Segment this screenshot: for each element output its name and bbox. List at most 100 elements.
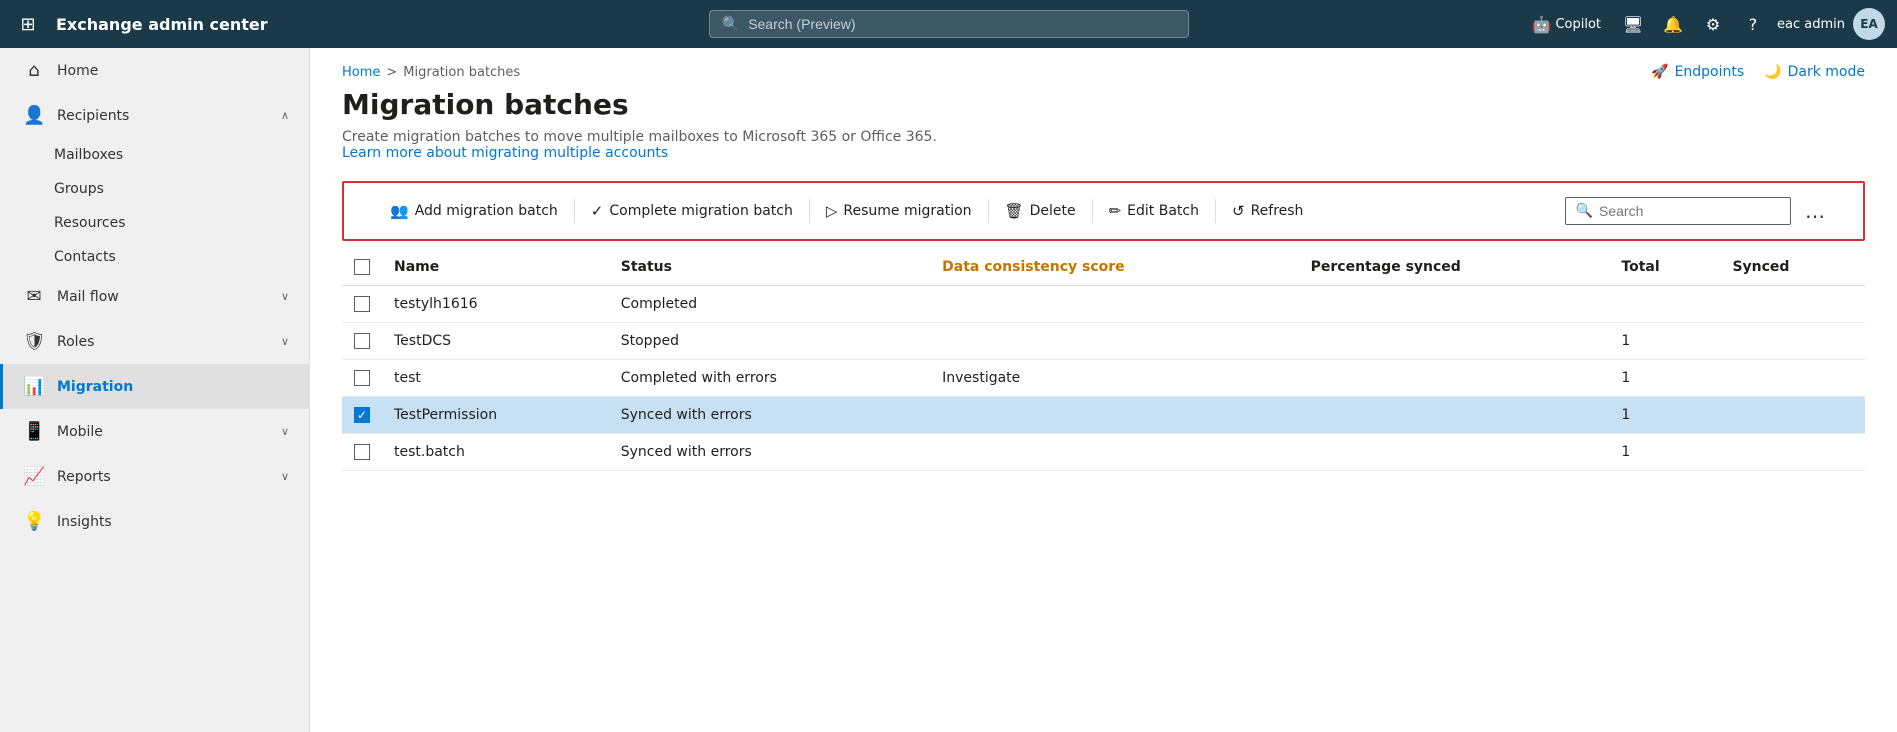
sidebar-item-recipients[interactable]: 👤 Recipients ∧: [0, 93, 309, 138]
breadcrumb-current: Migration batches: [403, 65, 520, 80]
row1-checkbox-cell[interactable]: [342, 286, 382, 323]
sidebar-label-reports: Reports: [57, 469, 269, 485]
top-navigation: ⊞ Exchange admin center 🔍 🤖 Copilot 🖥 🔔 …: [0, 0, 1897, 48]
row2-checkbox-cell[interactable]: [342, 323, 382, 360]
table-search-input[interactable]: [1599, 203, 1780, 219]
table-search-box[interactable]: 🔍: [1565, 197, 1791, 225]
complete-migration-batch-button[interactable]: ✓ Complete migration batch: [577, 196, 807, 226]
toolbar-separator-3: [988, 199, 989, 223]
table-row[interactable]: test Completed with errors Investigate 1: [342, 360, 1865, 397]
row5-checkbox-cell[interactable]: [342, 434, 382, 471]
main-layout: ⌂ Home 👤 Recipients ∧ Mailboxes Groups R…: [0, 48, 1897, 732]
table-row[interactable]: test.batch Synced with errors 1: [342, 434, 1865, 471]
col-total: Total: [1609, 249, 1720, 286]
help-button[interactable]: ?: [1737, 8, 1769, 40]
delete-button[interactable]: 🗑 Delete: [991, 196, 1090, 226]
sidebar-label-mailboxes: Mailboxes: [54, 147, 123, 163]
sidebar-label-mobile: Mobile: [57, 424, 269, 440]
copilot-button[interactable]: 🤖 Copilot: [1524, 11, 1609, 38]
col-status: Status: [609, 249, 930, 286]
row2-checkbox[interactable]: [354, 333, 370, 349]
sidebar-item-contacts[interactable]: Contacts: [0, 240, 309, 274]
settings-button[interactable]: ⚙: [1697, 8, 1729, 40]
complete-batch-icon: ✓: [591, 202, 604, 220]
sidebar-item-mobile[interactable]: 📱 Mobile ∨: [0, 409, 309, 454]
row3-total: 1: [1609, 360, 1720, 397]
row4-checkbox[interactable]: ✓: [354, 407, 370, 423]
row4-status: Synced with errors: [609, 397, 930, 434]
sidebar-item-resources[interactable]: Resources: [0, 206, 309, 240]
resume-migration-button[interactable]: ▷ Resume migration: [812, 196, 986, 226]
app-title: Exchange admin center: [56, 15, 268, 34]
col-consistency: Data consistency score: [930, 249, 1298, 286]
table-row[interactable]: ✓ TestPermission Synced with errors 1: [342, 397, 1865, 434]
more-options-button[interactable]: …: [1799, 195, 1831, 227]
notifications-button[interactable]: 🔔: [1657, 8, 1689, 40]
row1-name: testylh1616: [382, 286, 609, 323]
search-icon: 🔍: [722, 15, 741, 33]
sidebar-item-mailboxes[interactable]: Mailboxes: [0, 138, 309, 172]
darkmode-icon: 🌙: [1764, 64, 1781, 80]
sidebar-label-roles: Roles: [57, 334, 269, 350]
row5-checkbox[interactable]: [354, 444, 370, 460]
row4-synced: [1720, 397, 1865, 434]
complete-batch-label: Complete migration batch: [609, 203, 792, 219]
sidebar-item-roles[interactable]: 🛡 Roles ∨: [0, 319, 309, 364]
row4-checkbox-cell[interactable]: ✓: [342, 397, 382, 434]
sidebar-item-migration[interactable]: 📊 Migration: [0, 364, 309, 409]
delete-label: Delete: [1030, 203, 1076, 219]
darkmode-button[interactable]: 🌙 Dark mode: [1764, 64, 1865, 80]
chevron-down-icon-3: ∨: [281, 425, 289, 438]
endpoints-label: Endpoints: [1675, 64, 1745, 80]
row1-checkbox[interactable]: [354, 296, 370, 312]
row3-checkbox[interactable]: [354, 370, 370, 386]
endpoints-button[interactable]: 🚀 Endpoints: [1651, 64, 1744, 80]
edit-batch-button[interactable]: ✏ Edit Batch: [1095, 196, 1213, 226]
breadcrumb-separator: >: [386, 65, 397, 80]
sidebar-item-groups[interactable]: Groups: [0, 172, 309, 206]
learn-more-link[interactable]: Learn more about migrating multiple acco…: [342, 145, 668, 161]
row4-name: TestPermission: [382, 397, 609, 434]
row5-total: 1: [1609, 434, 1720, 471]
row2-consistency: [930, 323, 1298, 360]
page-title: Migration batches: [342, 88, 1865, 121]
global-search-box[interactable]: 🔍: [709, 10, 1189, 38]
toolbar-separator-1: [574, 199, 575, 223]
breadcrumb-home-link[interactable]: Home: [342, 65, 380, 80]
mobile-icon: 📱: [23, 421, 45, 442]
refresh-button[interactable]: ↺ Refresh: [1218, 196, 1317, 226]
sidebar-label-contacts: Contacts: [54, 249, 116, 265]
add-migration-batch-button[interactable]: 👥 Add migration batch: [376, 196, 572, 226]
select-all-checkbox[interactable]: [354, 259, 370, 275]
row1-status: Completed: [609, 286, 930, 323]
waffle-menu-button[interactable]: ⊞: [12, 8, 44, 40]
row3-checkbox-cell[interactable]: [342, 360, 382, 397]
row3-synced: [1720, 360, 1865, 397]
row4-total: 1: [1609, 397, 1720, 434]
row5-synced: [1720, 434, 1865, 471]
toolbar-separator-2: [809, 199, 810, 223]
delete-icon: 🗑: [1005, 202, 1024, 220]
reports-icon: 📈: [23, 466, 45, 487]
chevron-down-icon: ∨: [281, 290, 289, 303]
row4-percentage: [1299, 397, 1610, 434]
chevron-down-icon-2: ∨: [281, 335, 289, 348]
toolbar-separator-5: [1215, 199, 1216, 223]
row4-consistency: [930, 397, 1298, 434]
global-search-input[interactable]: [748, 16, 1175, 32]
chevron-up-icon: ∧: [281, 109, 289, 122]
screen-share-button[interactable]: 🖥: [1617, 8, 1649, 40]
table-row[interactable]: TestDCS Stopped 1: [342, 323, 1865, 360]
sidebar-item-home[interactable]: ⌂ Home: [0, 48, 309, 93]
select-all-header[interactable]: [342, 249, 382, 286]
sidebar-label-resources: Resources: [54, 215, 126, 231]
sidebar-item-reports[interactable]: 📈 Reports ∨: [0, 454, 309, 499]
darkmode-label: Dark mode: [1788, 64, 1865, 80]
user-avatar[interactable]: EA: [1853, 8, 1885, 40]
sidebar-item-insights[interactable]: 💡 Insights: [0, 499, 309, 544]
table-row[interactable]: testylh1616 Completed: [342, 286, 1865, 323]
sidebar-item-mailflow[interactable]: ✉ Mail flow ∨: [0, 274, 309, 319]
recipients-icon: 👤: [23, 105, 45, 126]
user-name-label: eac admin: [1777, 17, 1845, 32]
copilot-label: Copilot: [1555, 17, 1601, 32]
